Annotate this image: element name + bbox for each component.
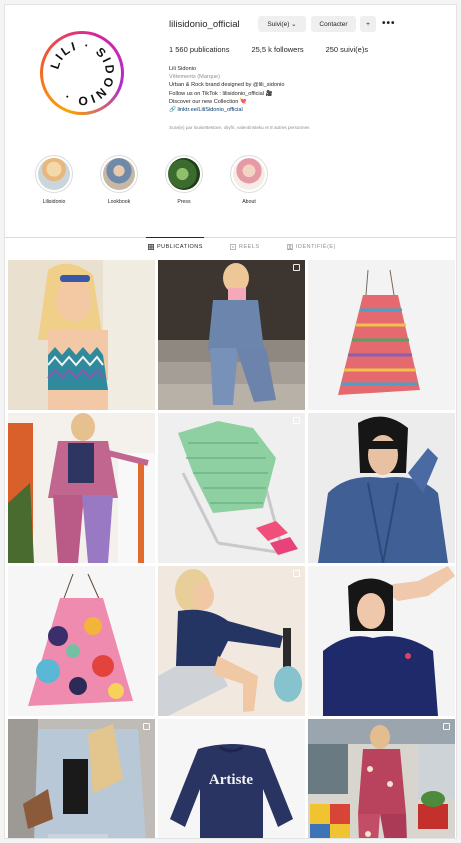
bio-line-3: Discover our new Collection 💘 <box>169 98 247 105</box>
post-striped-dress[interactable] <box>308 260 455 410</box>
active-tab-indicator <box>146 237 204 238</box>
post-denim-set-stairs[interactable] <box>158 260 305 410</box>
highlight-lookbook[interactable]: Lookbook <box>97 155 141 205</box>
post-green-shirt-chair[interactable] <box>158 413 305 563</box>
posts-count: 1 560 publications <box>169 45 230 54</box>
tab-reels[interactable]: REELS <box>230 244 260 250</box>
followed-by-text[interactable]: Suivi(e) par louisettestore, oliyfri, va… <box>169 125 309 130</box>
post-denim-jacket[interactable] <box>308 413 455 563</box>
username: lilisidonio_official <box>169 19 240 30</box>
reels-icon <box>230 244 236 250</box>
bio-link[interactable]: 🔗 linktr.ee/LiliSidonio_official <box>169 106 439 114</box>
brand-logo: LILI · SIDONIO · <box>48 38 118 108</box>
profile-stats: 1 560 publications 25,5 k followers 250 … <box>169 45 368 54</box>
posts-grid: Artiste <box>8 260 455 838</box>
post-printed-suit-chairs[interactable] <box>308 719 455 838</box>
add-person-button[interactable]: + <box>360 16 376 32</box>
highlight-about[interactable]: About <box>227 155 271 205</box>
bio-category: Vêtements (Marque) <box>169 74 220 81</box>
post-artiste-sweatshirt[interactable]: Artiste <box>158 719 305 838</box>
add-person-icon: + <box>366 20 370 28</box>
tabs-divider <box>5 237 456 238</box>
highlight-lilisidonio[interactable]: Lilisidonio <box>32 155 76 205</box>
tab-publications[interactable]: PUBLICATIONS <box>148 244 203 250</box>
svg-text:LILI · SIDONIO ·: LILI · SIDONIO · <box>48 38 118 108</box>
following-count[interactable]: 250 suivi(e)s <box>326 45 369 54</box>
grid-icon <box>148 244 154 250</box>
more-options-icon[interactable]: ••• <box>382 18 396 29</box>
bio-name: Lili Sidonio <box>169 66 197 72</box>
post-navy-tee[interactable] <box>308 566 455 716</box>
tab-tagged[interactable]: IDENTIFIÉ(E) <box>287 244 336 250</box>
post-denim-jacket-back[interactable] <box>8 719 155 838</box>
bio-line-1: Urban & Rock brand designed by @lili_sid… <box>169 82 285 89</box>
profile-avatar[interactable]: LILI · SIDONIO · <box>40 31 124 115</box>
profile-bio: Lili Sidonio Vêtements (Marque) Urban & … <box>169 65 439 114</box>
sweatshirt-print-text: Artiste <box>209 772 253 788</box>
post-navy-sweater-crouch[interactable] <box>158 566 305 716</box>
following-button[interactable]: Suivi(e) ⌄ <box>258 16 306 32</box>
followers-count[interactable]: 25,5 k followers <box>251 45 303 54</box>
instagram-profile: LILI · SIDONIO · lilisidonio_official Su… <box>4 4 457 839</box>
tagged-icon <box>287 244 293 250</box>
bio-line-2: Follow us on TikTok : lilisidonio_offici… <box>169 90 273 97</box>
highlight-press[interactable]: Press <box>162 155 206 205</box>
post-paisley-suit[interactable] <box>8 413 155 563</box>
contact-button[interactable]: Contacter <box>311 16 356 32</box>
post-zigzag-top[interactable] <box>8 260 155 410</box>
post-floral-dress[interactable] <box>8 566 155 716</box>
